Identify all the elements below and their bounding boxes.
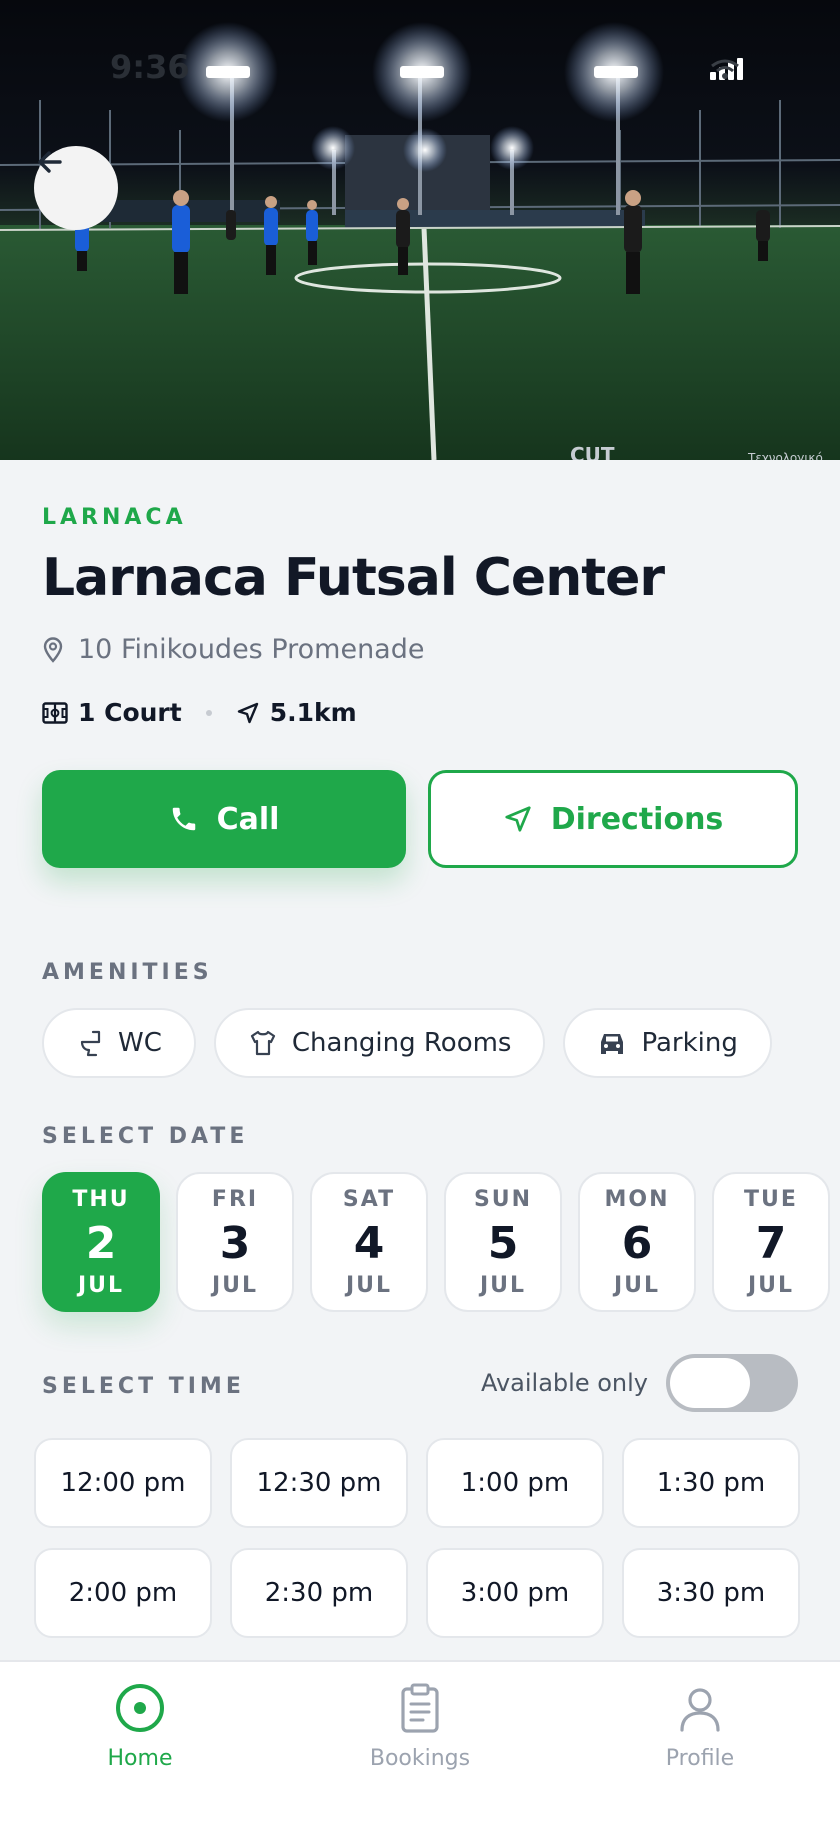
phone-icon [172,807,195,831]
time-slot-grid: 12:00 pm 12:30 pm 1:00 pm 1:30 pm 2:00 p… [34,1438,800,1638]
time-slot[interactable]: 12:00 pm [34,1438,212,1528]
date-picker: THU 2 JUL FRI 3 JUL SAT 4 JUL SUN 5 JUL … [42,1172,830,1312]
nav-bookings[interactable]: Bookings [320,1682,520,1771]
date-weekday: TUE [744,1186,798,1212]
pitch-icon [42,701,68,724]
available-only-toggle[interactable] [666,1354,798,1412]
date-month: JUL [747,1272,795,1298]
meta-separator [205,709,212,716]
date-option-thu-2[interactable]: THU 2 JUL [42,1172,160,1312]
date-month: JUL [613,1272,661,1298]
date-day: 3 [219,1217,251,1269]
amenities-heading: AMENITIES [42,960,213,985]
date-weekday: THU [72,1186,130,1212]
directions-label: Directions [550,801,724,837]
date-option-sun-5[interactable]: SUN 5 JUL [444,1172,562,1312]
select-time-heading: SELECT TIME [42,1374,245,1399]
user-icon [680,1688,720,1732]
court-count: 1 Court [78,698,182,727]
nav-home-label: Home [107,1746,173,1771]
venue-address: 10 Finikoudes Promenade [42,634,424,665]
date-month: JUL [77,1272,125,1298]
date-month: JUL [211,1272,259,1298]
shirt-icon [250,1030,275,1056]
status-bar-time: 9:36 [110,48,190,86]
time-slot[interactable]: 2:00 pm [34,1548,212,1638]
amenity-changing-rooms: Changing Rooms [213,1008,546,1078]
venue-region: LARNACA [42,505,187,530]
amenity-parking: Parking [563,1008,772,1078]
time-slot[interactable]: 3:00 pm [426,1548,604,1638]
navigation-arrow-icon [505,806,531,832]
date-day: 2 [85,1217,117,1269]
call-label: Call [216,801,280,837]
toggle-knob [670,1358,750,1408]
date-weekday: MON [604,1186,670,1212]
date-month: JUL [479,1272,527,1298]
date-option-tue-7[interactable]: TUE 7 JUL [712,1172,830,1312]
home-target-icon [116,1684,164,1732]
date-weekday: SAT [342,1186,396,1212]
wifi-icon [711,59,739,79]
amenity-label: WC [118,1028,162,1058]
back-button[interactable] [34,146,118,230]
date-day: 4 [353,1217,385,1269]
date-day: 7 [755,1217,787,1269]
time-slot[interactable]: 2:30 pm [230,1548,408,1638]
nav-profile[interactable]: Profile [600,1682,800,1771]
map-pin-icon [43,636,63,663]
svg-text:Τεχνολογικό: Τεχνολογικό [747,451,823,460]
navigation-arrow-icon [237,702,258,723]
venue-hero-image: CUT Τεχνολογικό 9:36 [0,0,840,460]
directions-button[interactable]: Directions [428,770,798,868]
time-slot[interactable]: 1:00 pm [426,1438,604,1528]
amenity-wc: WC [42,1008,196,1078]
date-month: JUL [345,1272,393,1298]
date-option-sat-4[interactable]: SAT 4 JUL [310,1172,428,1312]
amenity-label: Changing Rooms [291,1028,512,1058]
time-slot[interactable]: 1:30 pm [622,1438,800,1528]
call-button[interactable]: Call [42,770,406,868]
venue-title: Larnaca Futsal Center [42,548,665,608]
time-slot[interactable]: 12:30 pm [230,1438,408,1528]
distance: 5.1km [269,698,357,727]
car-icon [601,1034,624,1054]
available-only-control: Available only [481,1354,798,1412]
toilet-icon [80,1030,101,1057]
date-weekday: FRI [211,1186,259,1212]
clipboard-icon [401,1683,439,1733]
date-option-fri-3[interactable]: FRI 3 JUL [176,1172,294,1312]
date-day: 6 [621,1217,653,1269]
nav-bookings-label: Bookings [369,1746,471,1771]
date-day: 5 [487,1217,519,1269]
available-only-label: Available only [480,1369,648,1397]
venue-meta: 1 Court 5.1km [42,698,357,727]
nav-profile-label: Profile [665,1746,735,1771]
nav-home[interactable]: Home [40,1682,240,1771]
address-text: 10 Finikoudes Promenade [78,634,425,665]
svg-text:CUT: CUT [570,443,615,460]
select-date-heading: SELECT DATE [42,1124,249,1149]
amenities-list: WC Changing Rooms Parking [42,1008,772,1078]
date-option-mon-6[interactable]: MON 6 JUL [578,1172,696,1312]
arrow-left-icon [38,151,62,173]
date-weekday: SUN [473,1186,533,1212]
amenity-label: Parking [641,1028,738,1058]
bottom-navigation: Home Bookings Profile [0,1660,840,1826]
time-slot[interactable]: 3:30 pm [622,1548,800,1638]
